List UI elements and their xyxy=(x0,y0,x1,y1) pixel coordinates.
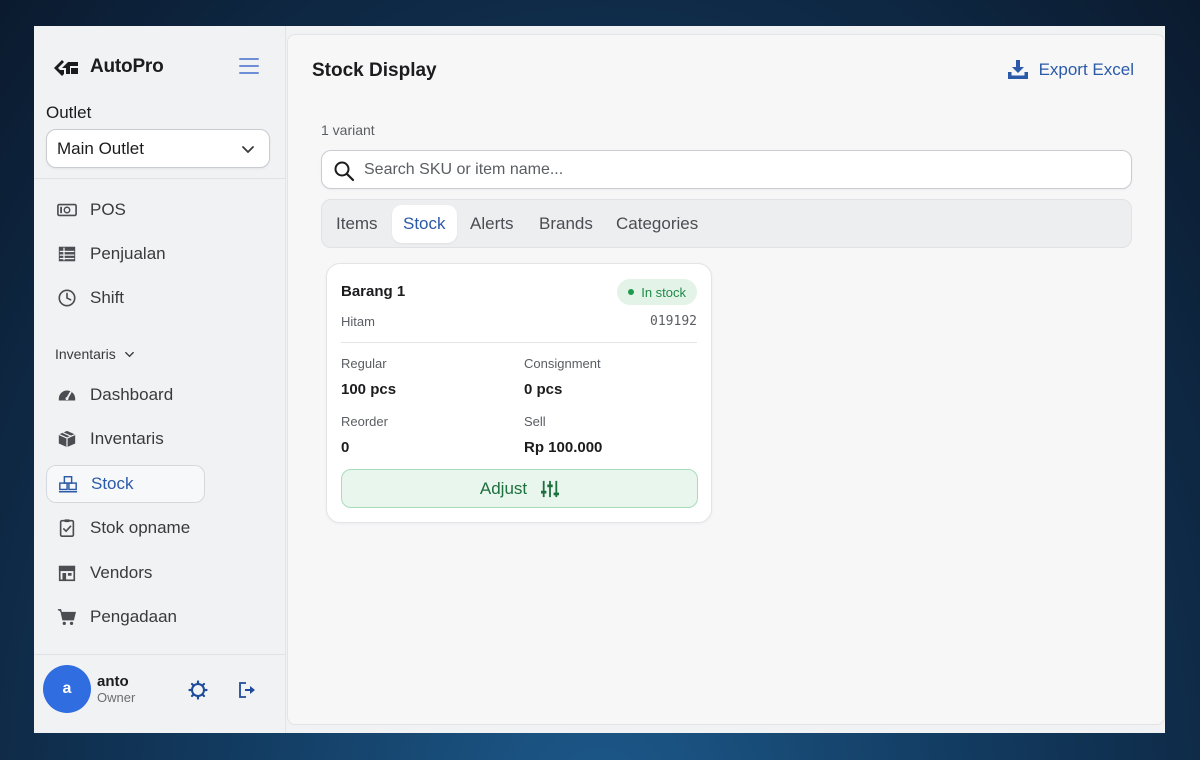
regular-value: 100 pcs xyxy=(341,381,397,398)
nav-item-penjualan[interactable]: Penjualan xyxy=(46,235,205,273)
search-bar xyxy=(321,150,1132,189)
outlet-selected-value: Main Outlet xyxy=(57,138,144,158)
store-icon xyxy=(56,562,78,584)
variant-name: Hitam xyxy=(341,314,375,329)
status-badge: In stock xyxy=(617,279,697,305)
tab-items[interactable]: Items xyxy=(325,205,389,243)
nav-item-pengadaan[interactable]: Pengadaan xyxy=(46,598,205,636)
status-dot-icon xyxy=(628,289,635,295)
nav-item-pos[interactable]: POS xyxy=(46,191,205,229)
nav-item-vendors[interactable]: Vendors xyxy=(46,554,205,592)
outlet-select[interactable]: Main Outlet xyxy=(46,129,270,168)
reorder-value: 0 xyxy=(341,439,350,456)
divider xyxy=(34,178,286,179)
export-excel-button[interactable]: Export Excel xyxy=(1007,59,1134,81)
gear-icon[interactable] xyxy=(188,680,208,700)
regular-label: Regular xyxy=(341,356,387,371)
nav-item-label: Shift xyxy=(90,288,125,307)
inventaris-section-toggle[interactable]: Inventaris xyxy=(55,346,135,362)
nav-item-label: Dashboard xyxy=(90,385,174,404)
app-window: AutoPro Outlet Main Outlet POS Penjualan xyxy=(34,26,1165,733)
avatar[interactable]: a xyxy=(43,665,91,713)
sell-value: Rp 100.000 xyxy=(524,439,603,456)
item-name: Barang 1 xyxy=(341,283,406,300)
sidebar: AutoPro Outlet Main Outlet POS Penjualan xyxy=(34,26,286,733)
nav-item-inventaris[interactable]: Inventaris xyxy=(46,420,205,458)
brand[interactable]: AutoPro xyxy=(52,56,164,78)
user-bar: a anto Owner xyxy=(34,654,286,733)
main-panel: Stock Display Export Excel 1 variant Ite… xyxy=(287,34,1165,725)
stock-icon xyxy=(57,473,79,495)
box-icon xyxy=(56,428,78,450)
user-role: Owner xyxy=(97,690,136,705)
logout-icon[interactable] xyxy=(237,680,257,700)
nav-item-stock[interactable]: Stock xyxy=(46,465,205,503)
tab-bar: Items Stock Alerts Brands Categories xyxy=(321,199,1132,248)
tab-stock[interactable]: Stock xyxy=(392,205,457,243)
reorder-label: Reorder xyxy=(341,414,388,429)
divider xyxy=(341,342,697,343)
section-label: Inventaris xyxy=(55,346,116,362)
nav-item-dashboard[interactable]: Dashboard xyxy=(46,376,205,414)
adjust-button[interactable]: Adjust xyxy=(341,469,698,508)
nav-item-shift[interactable]: Shift xyxy=(46,279,205,317)
chevron-down-icon xyxy=(124,351,134,357)
download-icon xyxy=(1007,60,1028,79)
sell-label: Sell xyxy=(524,414,546,429)
consignment-label: Consignment xyxy=(524,356,601,371)
nav-item-stok-opname[interactable]: Stok opname xyxy=(46,509,205,547)
clock-icon xyxy=(56,287,78,309)
stock-card[interactable]: Barang 1 In stock Hitam 019192 Regular 1… xyxy=(326,263,712,523)
autopro-logo-icon xyxy=(54,60,78,76)
nav-item-label: POS xyxy=(90,200,126,219)
nav-item-label: Stock xyxy=(91,474,134,493)
nav-item-label: Penjualan xyxy=(90,244,166,263)
gauge-icon xyxy=(56,384,78,406)
nav-item-label: Stok opname xyxy=(90,518,191,537)
export-label: Export Excel xyxy=(1038,60,1134,79)
sliders-icon xyxy=(541,480,560,497)
search-input[interactable] xyxy=(364,157,1104,183)
list-icon xyxy=(56,243,78,265)
cash-icon xyxy=(56,199,78,221)
user-name: anto xyxy=(97,673,129,690)
tab-categories[interactable]: Categories xyxy=(605,205,709,243)
tab-alerts[interactable]: Alerts xyxy=(459,205,524,243)
adjust-label: Adjust xyxy=(479,478,528,498)
nav-item-label: Inventaris xyxy=(90,429,164,448)
chevron-down-icon xyxy=(242,146,254,154)
clipboard-check-icon xyxy=(56,517,78,539)
sku: 019192 xyxy=(650,314,697,329)
variant-count: 1 variant xyxy=(321,122,375,138)
status-text: In stock xyxy=(641,284,686,300)
hamburger-menu-icon[interactable] xyxy=(238,57,260,75)
consignment-value: 0 pcs xyxy=(524,381,563,398)
nav-item-label: Vendors xyxy=(90,563,153,582)
cart-icon xyxy=(56,606,78,628)
search-icon xyxy=(334,161,355,182)
page-title: Stock Display xyxy=(312,60,437,81)
outlet-label: Outlet xyxy=(46,103,92,122)
nav-item-label: Pengadaan xyxy=(90,607,177,626)
tab-brands[interactable]: Brands xyxy=(528,205,604,243)
app-name: AutoPro xyxy=(90,56,164,77)
